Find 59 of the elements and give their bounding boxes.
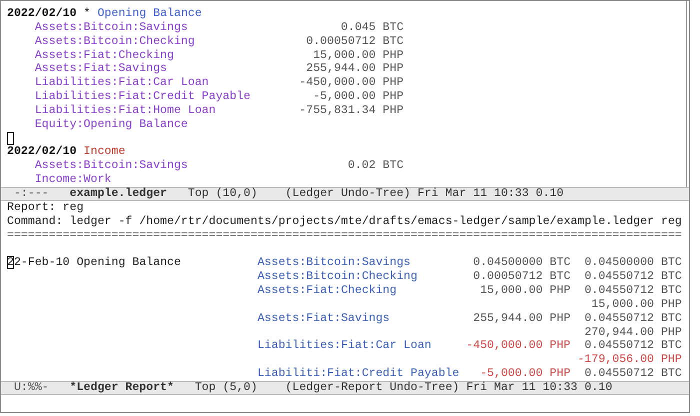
report-payee: Opening Balance: [76, 256, 181, 270]
report-name: Report: reg: [7, 201, 84, 215]
running-total: -179,056.00 PHP: [577, 353, 682, 368]
account-name: Assets:Bitcoin:Checking: [34, 34, 196, 49]
major-modes: (Ledger Undo-Tree): [285, 188, 411, 200]
cleared-mark: *: [84, 7, 90, 21]
time-and-load: Fri Mar 11 10:33 0.10: [466, 382, 612, 394]
amount: 255,944.00 PHP: [473, 312, 571, 326]
amount: -5,000.00 PHP: [312, 90, 404, 104]
buffer-name: example.ledger: [70, 188, 168, 200]
amount: 0.00050712 BTC: [305, 34, 404, 49]
amount: -755,831.34 PHP: [298, 104, 404, 118]
account-name: Liabilities:Fiat:Car Loan: [257, 339, 432, 352]
amount: 15,000.00 PHP: [480, 284, 571, 298]
transaction-date: 2022/02/10: [7, 145, 77, 160]
running-total: 0.04500000 BTC: [584, 256, 682, 270]
buffer-name: *Ledger Report*: [70, 382, 174, 394]
account-name: Assets:Fiat:Savings: [34, 62, 168, 76]
buffer-position: Top (5,0): [194, 382, 258, 394]
running-total: 0.04550712 BTC: [584, 339, 682, 354]
text-cursor: [7, 132, 14, 145]
account-name: Liabilities:Fiat:Credit Payable: [34, 90, 252, 104]
buffer-status: U:%%-: [14, 382, 49, 394]
amount: 0.02 BTC: [346, 159, 404, 174]
account-name: Liabiliti:Fiat:Credit Payable: [257, 367, 460, 380]
account-name: Assets:Fiat:Savings: [257, 312, 390, 325]
account-name: Assets:Fiat:Checking: [257, 284, 397, 298]
running-total: 0.04550712 BTC: [584, 312, 682, 326]
account-name: Income:Work: [34, 173, 112, 187]
account-name: Assets:Bitcoin:Checking: [257, 270, 418, 284]
transaction-date: 2022/02/10: [7, 7, 77, 21]
payee: Opening Balance: [97, 7, 202, 21]
separator-line: =================================================================================================: [7, 228, 682, 243]
amount: 15,000.00 PHP: [312, 48, 404, 62]
time-and-load: Fri Mar 11 10:33 0.10: [417, 188, 564, 200]
report-command: Command: ledger -f /home/rtr/documents/projects/mte/drafts/emacs-ledger/sample/example.ledger reg: [7, 214, 682, 229]
major-modes: (Ledger-Report Undo-Tree): [285, 382, 460, 394]
running-total: 15,000.00 PHP: [591, 298, 682, 312]
buffer-position: Top (10,0): [188, 188, 258, 200]
amount: 0.00050712 BTC: [473, 270, 571, 284]
payee: Income: [84, 145, 126, 160]
buffer-status: -:---: [14, 188, 49, 200]
running-total: 270,944.00 PHP: [584, 326, 682, 340]
running-total: 0.04550712 BTC: [584, 284, 682, 298]
amount: 255,944.00 PHP: [305, 62, 404, 76]
account-name: Assets:Bitcoin:Savings: [257, 256, 411, 270]
running-total: 0.04550712 BTC: [584, 270, 682, 284]
account-name: Liabilities:Fiat:Home Loan: [34, 104, 217, 118]
amount: -450,000.00 PHP: [298, 76, 404, 90]
amount: 0.04500000 BTC: [473, 256, 571, 270]
running-total: 0.04550712 BTC: [584, 367, 682, 381]
account-name: Assets:Bitcoin:Savings: [34, 20, 189, 35]
amount: -450,000.00 PHP: [466, 339, 571, 354]
amount: 0.045 BTC: [340, 20, 404, 35]
account-name: Liabilities:Fiat:Car Loan: [34, 76, 210, 90]
account-name: Equity:Opening Balance: [34, 118, 189, 132]
amount: -5,000.00 PHP: [480, 367, 571, 381]
account-name: Assets:Fiat:Checking: [34, 48, 175, 62]
account-name: Assets:Bitcoin:Savings: [34, 159, 189, 174]
